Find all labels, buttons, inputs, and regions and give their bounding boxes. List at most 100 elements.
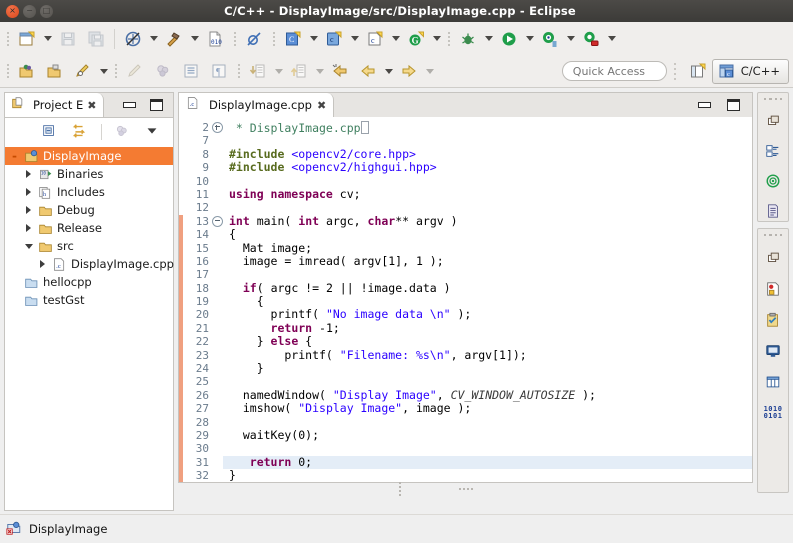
show-whitespace-button[interactable] (149, 57, 177, 85)
tree-item-release[interactable]: Release (5, 219, 173, 237)
restore-view-icon[interactable] (762, 111, 784, 132)
last-edit-location-button[interactable] (326, 57, 354, 85)
tree-twisty-minus[interactable]: - (9, 150, 20, 162)
link-with-editor-button[interactable] (66, 118, 94, 146)
code-line[interactable]: if( argc != 2 || !image.data ) (223, 281, 752, 295)
forward-button[interactable] (395, 57, 423, 85)
code-line[interactable]: return -1; (223, 321, 752, 335)
fast-view-grip[interactable] (764, 96, 782, 102)
new-c-class-dropdown[interactable] (307, 27, 320, 51)
close-icon[interactable]: ✖ (87, 99, 96, 112)
editor-bottom-sash[interactable] (178, 485, 753, 492)
open-type-button[interactable] (13, 57, 41, 85)
tab-project-explorer[interactable]: Project E ✖ (5, 93, 104, 117)
code-line[interactable] (223, 134, 752, 147)
fold-expand-icon[interactable] (211, 121, 223, 134)
code-line[interactable]: #include <opencv2/highgui.hpp> (223, 160, 752, 174)
source-code[interactable]: * DisplayImage.cpp #include <opencv2/cor… (223, 117, 752, 482)
code-viewport[interactable]: 2 7 8 9 10 11 12 13 14 15 16 17 18 19 20 21 22 23 24 25 26 27… (179, 117, 752, 482)
console-view-icon[interactable] (762, 340, 784, 362)
perspective-cpp-button[interactable]: c C/C++ (711, 58, 789, 84)
new-wizard-button[interactable] (13, 25, 41, 53)
code-line[interactable]: imshow( "Display Image", image ); (223, 402, 752, 415)
previous-annotation-dropdown[interactable] (313, 59, 326, 83)
properties-view-icon[interactable] (762, 371, 784, 393)
code-line[interactable] (223, 416, 752, 429)
maximize-icon[interactable] (150, 99, 163, 111)
chevron-right-icon[interactable] (23, 223, 34, 234)
code-line[interactable]: return 0; (223, 455, 752, 470)
code-line[interactable] (223, 268, 752, 281)
code-line[interactable]: } else { (223, 335, 752, 348)
fast-view-grip[interactable] (764, 232, 782, 238)
skip-breakpoints-button[interactable] (240, 25, 268, 53)
tree-item-displayimage[interactable]: - DisplayImage (5, 147, 173, 165)
close-icon[interactable]: ✖ (317, 99, 326, 112)
run-external-tools-button[interactable] (577, 25, 605, 53)
tree-item-includes[interactable]: h Includes (5, 183, 173, 201)
focus-on-active-task-button[interactable] (109, 118, 137, 146)
fold-collapse-icon[interactable] (211, 215, 223, 228)
show-pilcrow-button[interactable]: ¶ (205, 57, 233, 85)
code-line[interactable]: Mat image; (223, 241, 752, 255)
run-dropdown[interactable] (523, 27, 536, 51)
maximize-icon[interactable] (727, 99, 740, 111)
code-line[interactable]: namedWindow( "Display Image", CV_WINDOW_… (223, 388, 752, 402)
document-view-icon[interactable] (762, 200, 784, 221)
profile-dropdown[interactable] (564, 27, 577, 51)
binary-file-button[interactable]: 010 (201, 25, 229, 53)
tree-item-debug[interactable]: Debug (5, 201, 173, 219)
open-perspective-button[interactable] (684, 58, 712, 84)
tree-item-binaries[interactable]: 10 Binaries (5, 165, 173, 183)
target-view-icon[interactable] (762, 170, 784, 191)
chevron-right-icon[interactable] (23, 169, 34, 180)
code-line[interactable]: printf( "Filename: %s\n", argv[1]); (223, 348, 752, 362)
back-button[interactable] (354, 57, 382, 85)
build-config-dropdown[interactable] (188, 27, 201, 51)
code-line[interactable]: printf( "No image data \n" ); (223, 308, 752, 321)
minimize-icon[interactable] (123, 102, 136, 108)
code-line[interactable] (223, 201, 752, 214)
new-c-source-button[interactable]: c (320, 25, 348, 53)
previous-annotation-button[interactable] (285, 57, 313, 85)
code-line[interactable]: { (223, 227, 752, 241)
new-c-project-dropdown[interactable] (389, 27, 402, 51)
save-all-button[interactable] (82, 25, 110, 53)
build-button[interactable] (160, 25, 188, 53)
chevron-right-icon[interactable] (37, 259, 48, 270)
next-annotation-button[interactable] (244, 57, 272, 85)
toolbar-grip-3[interactable] (270, 28, 277, 50)
new-c-project-button[interactable]: c (361, 25, 389, 53)
toolbar-grip-5[interactable] (4, 60, 11, 82)
mark-occurrences-button[interactable] (121, 57, 149, 85)
new-git-button[interactable]: G (402, 25, 430, 53)
profile-button[interactable] (536, 25, 564, 53)
restore-view-icon[interactable] (762, 247, 784, 269)
external-tools-dropdown[interactable] (605, 27, 618, 51)
window-maximize-button[interactable]: □ (40, 4, 53, 18)
chevron-right-icon[interactable] (23, 205, 34, 216)
code-line[interactable]: waitKey(0); (223, 428, 752, 442)
toolbar-grip-6[interactable] (112, 60, 119, 82)
window-close-button[interactable]: × (6, 4, 19, 18)
chevron-down-icon[interactable] (23, 241, 34, 252)
code-line[interactable] (223, 442, 752, 455)
show-source-button[interactable] (177, 57, 205, 85)
editor-vertical-sash[interactable] (397, 482, 404, 496)
git-dropdown[interactable] (430, 27, 443, 51)
code-line[interactable]: } (223, 468, 752, 482)
binary-view-icon[interactable]: 1010 0101 (762, 402, 784, 424)
code-line[interactable]: } (223, 361, 752, 375)
chevron-right-icon[interactable] (23, 187, 34, 198)
toolbar-grip-2[interactable] (231, 28, 238, 50)
new-c-source-dropdown[interactable] (348, 27, 361, 51)
view-menu-button[interactable] (139, 118, 167, 146)
tree-item-testgst[interactable]: testGst (5, 291, 173, 309)
save-button[interactable] (54, 25, 82, 53)
minimize-icon[interactable] (698, 102, 711, 108)
code-line[interactable] (223, 375, 752, 388)
code-line[interactable] (223, 175, 752, 188)
build-dropdown[interactable] (147, 27, 160, 51)
forward-dropdown[interactable] (423, 59, 436, 83)
outline-view-icon[interactable] (762, 141, 784, 162)
